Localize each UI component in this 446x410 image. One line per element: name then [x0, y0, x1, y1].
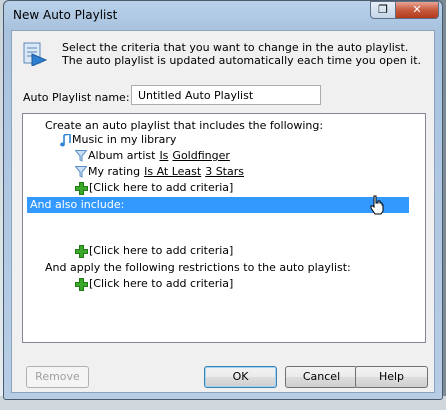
help-button[interactable]: Help — [355, 366, 428, 388]
rule-field: Album artist — [88, 149, 156, 162]
restore-button[interactable]: ❐ — [370, 1, 396, 19]
criteria-list[interactable]: Create an auto playlist that includes th… — [22, 113, 426, 343]
add-icon — [75, 244, 88, 258]
add-icon — [75, 181, 88, 195]
library-row[interactable]: Music in my library — [60, 133, 176, 147]
music-note-icon — [60, 133, 71, 146]
playlist-name-label: Auto Playlist name: — [23, 91, 130, 104]
rule-operator-link[interactable]: Is At Least — [144, 165, 201, 178]
ok-button[interactable]: OK — [204, 366, 277, 388]
add-criteria-label: [Click here to add criteria] — [89, 244, 234, 257]
rule-operator-link[interactable]: Is — [159, 149, 168, 162]
mouse-pointer-icon — [370, 195, 384, 215]
add-icon — [75, 277, 88, 291]
filter-icon — [75, 150, 87, 162]
close-icon: ✕ — [412, 3, 422, 16]
add-criteria-link-3[interactable]: [Click here to add criteria] — [75, 277, 233, 291]
playlist-icon — [23, 42, 48, 66]
rule-field: My rating — [88, 165, 141, 178]
add-criteria-label: [Click here to add criteria] — [89, 277, 234, 290]
also-include-row[interactable]: And also include: — [27, 197, 409, 213]
criteria-intro: Create an auto playlist that includes th… — [45, 119, 324, 132]
restrictions-heading: And apply the following restrictions to … — [45, 261, 351, 274]
rule-value-link[interactable]: Goldfinger — [172, 149, 229, 162]
criteria-rule-album-artist[interactable]: Album artist Is Goldfinger — [75, 149, 230, 163]
title-bar[interactable]: New Auto Playlist ❐ ✕ — [4, 1, 442, 29]
remove-button[interactable]: Remove — [26, 366, 89, 388]
rule-value-link[interactable]: 3 Stars — [205, 165, 244, 178]
add-criteria-label: [Click here to add criteria] — [89, 181, 234, 194]
add-criteria-link-1[interactable]: [Click here to add criteria] — [75, 181, 233, 195]
close-button[interactable]: ✕ — [395, 1, 439, 19]
playlist-name-input[interactable] — [131, 85, 321, 105]
cancel-button[interactable]: Cancel — [285, 366, 358, 388]
restore-icon: ❐ — [378, 3, 388, 16]
window-title: New Auto Playlist — [13, 8, 118, 22]
description-line-1: Select the criteria that you want to cha… — [62, 41, 409, 54]
criteria-rule-my-rating[interactable]: My rating Is At Least 3 Stars — [75, 165, 244, 179]
add-criteria-link-2[interactable]: [Click here to add criteria] — [75, 244, 233, 258]
dialog-window: New Auto Playlist ❐ ✕ Select the criteri… — [3, 0, 443, 400]
description-line-2: The auto playlist is updated automatical… — [62, 54, 422, 67]
filter-icon — [75, 166, 87, 178]
library-label: Music in my library — [72, 133, 177, 146]
